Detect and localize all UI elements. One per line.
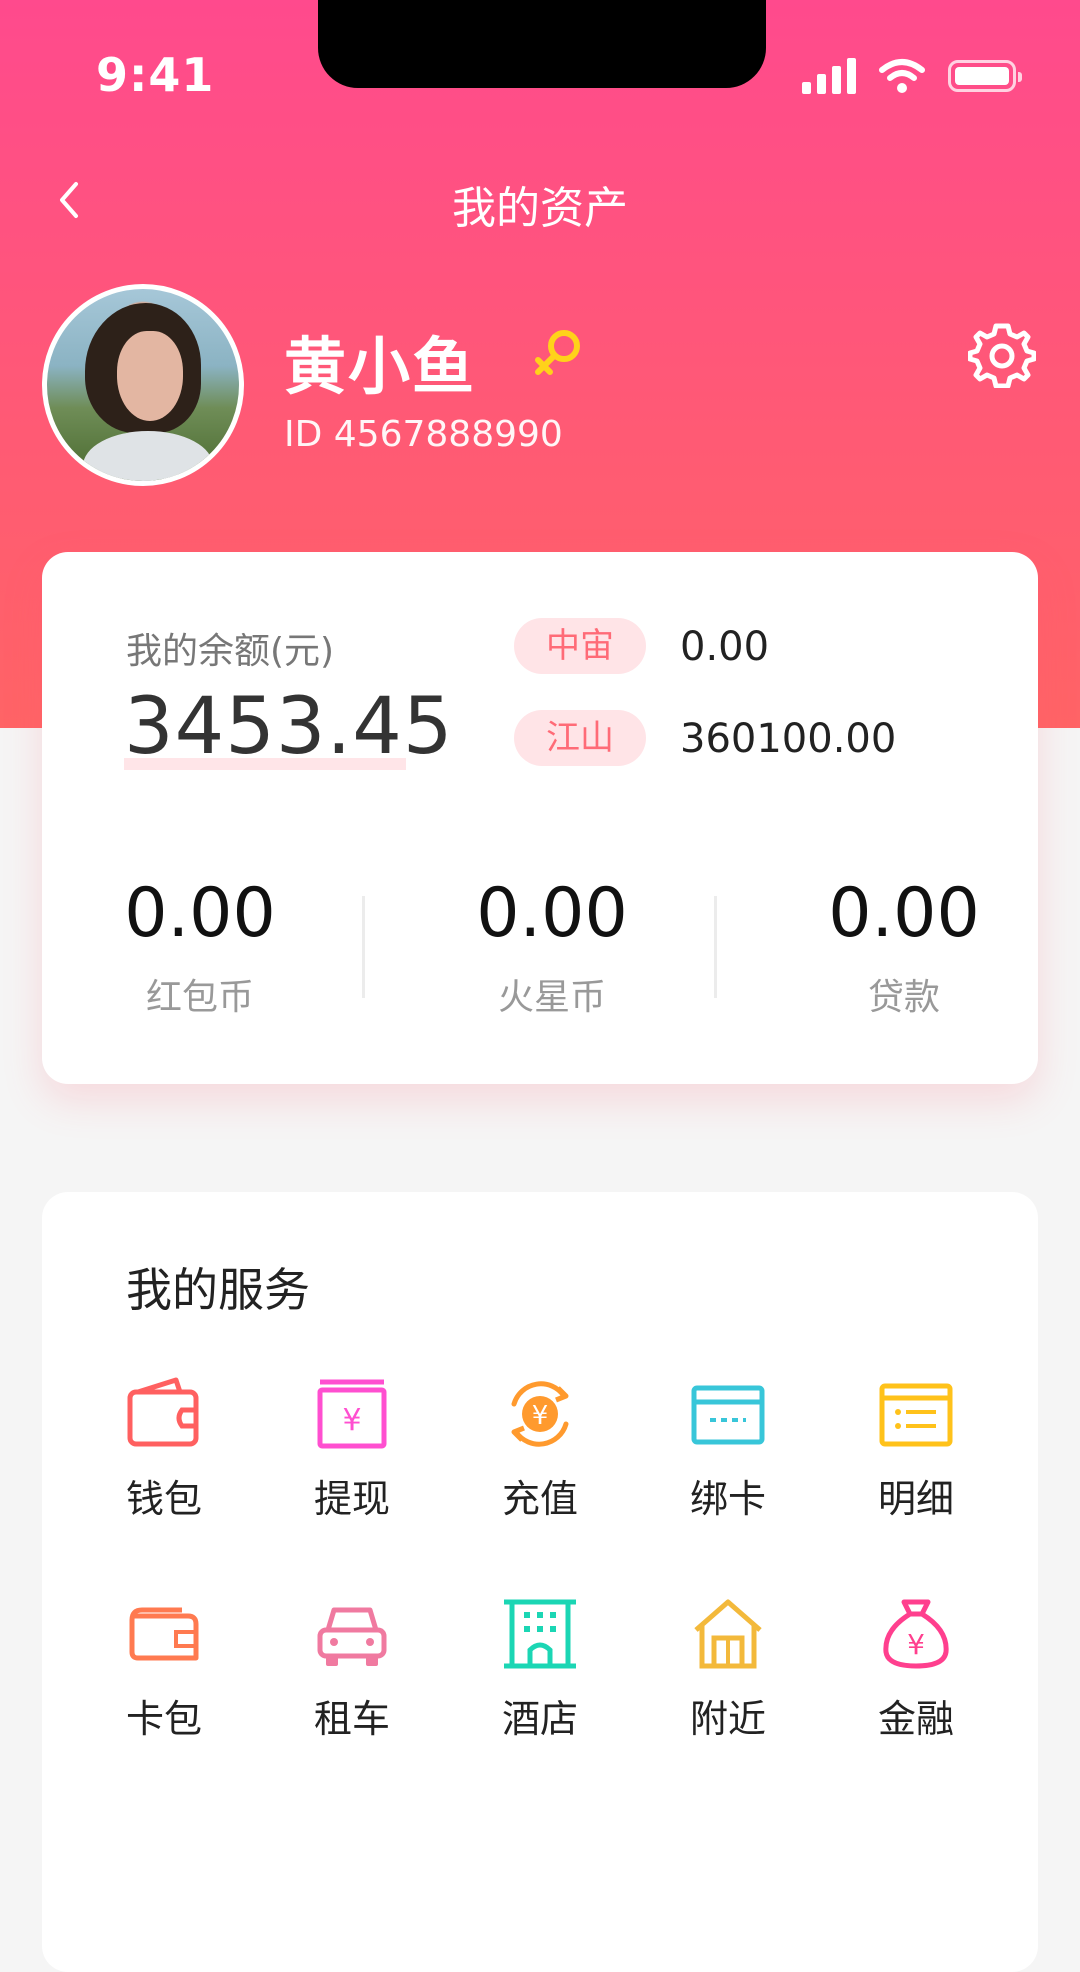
stat-loan[interactable]: 0.00 贷款	[774, 874, 1034, 1020]
service-label: 绑卡	[689, 1477, 766, 1521]
service-bind-card[interactable]: 绑卡	[648, 1374, 808, 1523]
battery-icon	[948, 60, 1022, 92]
device-notch	[318, 0, 766, 88]
divider	[714, 896, 717, 998]
service-nearby[interactable]: 附近	[648, 1594, 808, 1743]
service-label: 金融	[877, 1697, 954, 1741]
user-id: ID 4567888990	[284, 414, 563, 455]
service-finance[interactable]: ¥ 金融	[836, 1594, 996, 1743]
tag-zhongzhou-value: 0.00	[680, 624, 770, 670]
tag-zhongzhou: 中宙	[514, 618, 646, 674]
stat-value: 0.00	[828, 874, 980, 953]
stat-value: 0.00	[476, 874, 628, 953]
finance-icon: ¥	[883, 1599, 949, 1669]
stat-value: 0.00	[124, 874, 276, 953]
page-title: 我的资产	[452, 183, 628, 234]
stat-label: 火星币	[497, 977, 606, 1018]
wallet-icon	[127, 1377, 199, 1447]
car-icon	[317, 1607, 387, 1666]
settings-button[interactable]	[967, 320, 1037, 389]
balance-value: 3453.45	[124, 682, 454, 772]
tag-jiangshan: 江山	[514, 710, 646, 766]
recharge-icon: ¥	[511, 1381, 569, 1447]
services-title: 我的服务	[126, 1263, 310, 1317]
signal-icon	[802, 58, 856, 94]
service-wallet[interactable]: 钱包	[84, 1374, 244, 1523]
status-icons	[802, 56, 1022, 96]
bind-card-icon	[691, 1385, 765, 1445]
services-card: 我的服务 钱包 ¥ 提现 ¥ 充值 绑卡 明细 卡包 租车 酒店 附近 ¥ 金融	[42, 1192, 1038, 1972]
withdraw-icon: ¥	[317, 1379, 387, 1449]
service-details[interactable]: 明细	[836, 1374, 996, 1523]
service-card-wallet[interactable]: 卡包	[84, 1594, 244, 1743]
details-icon	[879, 1383, 953, 1447]
service-withdraw[interactable]: ¥ 提现	[272, 1374, 432, 1523]
stat-label: 红包币	[145, 977, 254, 1018]
service-label: 提现	[313, 1477, 390, 1521]
status-time: 9:41	[96, 48, 215, 102]
female-gender-icon	[535, 330, 580, 375]
service-label: 钱包	[125, 1477, 202, 1521]
gear-icon	[967, 323, 1037, 389]
user-name: 黄小鱼	[284, 330, 477, 403]
stat-label: 贷款	[867, 977, 940, 1018]
balance-label: 我的余额(元)	[126, 631, 335, 672]
service-label: 租车	[313, 1697, 390, 1741]
card-wallet-icon	[129, 1607, 199, 1661]
service-label: 明细	[877, 1477, 954, 1521]
nearby-icon	[694, 1599, 762, 1669]
stat-huoxing[interactable]: 0.00 火星币	[422, 874, 682, 1020]
service-recharge[interactable]: ¥ 充值	[460, 1374, 620, 1523]
service-car-rental[interactable]: 租车	[272, 1594, 432, 1743]
service-label: 充值	[501, 1477, 578, 1521]
stat-hongbao[interactable]: 0.00 红包币	[70, 874, 330, 1020]
balance-stats: 0.00 红包币 0.00 火星币 0.00 贷款	[42, 874, 1038, 1018]
balance-card: 我的余额(元) 3453.45 中宙 0.00 江山 360100.00 0.0…	[42, 552, 1038, 1084]
wifi-icon	[879, 59, 925, 93]
svg-text:¥: ¥	[907, 1628, 925, 1661]
hotel-icon	[504, 1599, 576, 1669]
service-label: 酒店	[501, 1697, 578, 1741]
svg-text:¥: ¥	[532, 1401, 549, 1431]
tag-jiangshan-value: 360100.00	[680, 716, 897, 762]
service-hotel[interactable]: 酒店	[460, 1594, 620, 1743]
avatar[interactable]	[42, 284, 244, 486]
svg-text:¥: ¥	[342, 1403, 361, 1438]
service-label: 卡包	[125, 1697, 202, 1741]
service-label: 附近	[689, 1697, 766, 1741]
divider	[362, 896, 365, 998]
